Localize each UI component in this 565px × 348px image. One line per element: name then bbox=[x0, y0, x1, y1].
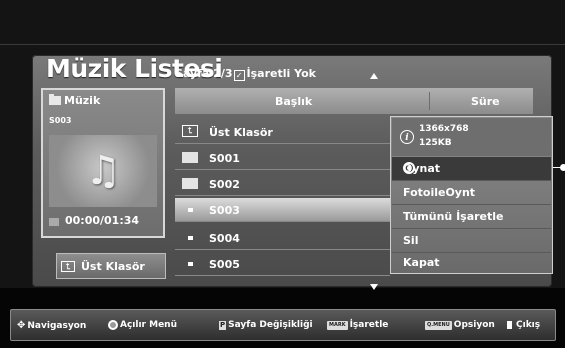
navigation-arrows-icon: ✥ bbox=[17, 320, 26, 331]
menu-item-play[interactable]: Oynat bbox=[392, 157, 551, 181]
help-mark: MARK İşaretle bbox=[327, 320, 388, 330]
up-folder-button-label: Üst Klasör bbox=[81, 259, 145, 273]
help-navigation: ✥ Navigasyon bbox=[17, 320, 86, 331]
column-divider bbox=[429, 92, 430, 110]
file-resolution: 1366x768 bbox=[419, 124, 469, 134]
list-item[interactable]: S004 bbox=[175, 226, 390, 250]
list-item-label: S005 bbox=[209, 258, 240, 271]
list-item-up-folder[interactable]: ⮤ Üst Klasör bbox=[175, 120, 390, 144]
page-number: Sayfa 2/3 bbox=[175, 67, 233, 80]
scroll-down-arrow-icon[interactable] bbox=[370, 284, 378, 290]
preview-file-name: S003 bbox=[49, 116, 72, 125]
help-label: Çıkış bbox=[516, 320, 541, 330]
radio-selected-icon bbox=[403, 162, 415, 174]
scroll-up-arrow-icon[interactable] bbox=[370, 73, 378, 79]
menu-item-label: Kapat bbox=[403, 256, 440, 269]
music-note-icon: ♫ bbox=[85, 148, 121, 194]
help-bar: ✥ Navigasyon Açılır Menü P Sayfa Değişik… bbox=[10, 309, 556, 341]
menu-item-play-with-photo[interactable]: FotoileOynt bbox=[392, 181, 551, 205]
help-label: Açılır Menü bbox=[120, 320, 178, 330]
preview-folder-label: Müzik bbox=[64, 94, 101, 107]
help-exit: Çıkış bbox=[507, 320, 540, 330]
checked-status: İşaretli Yok bbox=[246, 67, 316, 80]
ok-button-icon bbox=[108, 320, 118, 330]
qmenu-key-icon: Q.MENU bbox=[425, 320, 452, 330]
album-art: ♫ bbox=[49, 135, 157, 207]
progress-icon bbox=[49, 218, 59, 226]
file-icon bbox=[188, 208, 193, 212]
help-label: İşaretle bbox=[349, 320, 389, 330]
popup-menu: i 1366x768 125KB Oynat FotoileOynt Tümün… bbox=[390, 116, 553, 274]
list-header: Başlık Süre bbox=[175, 88, 533, 114]
folder-icon bbox=[182, 152, 198, 163]
menu-item-mark-all[interactable]: Tümünü İşaretle bbox=[392, 205, 551, 229]
help-options: Q.MENU Opsiyon bbox=[425, 320, 495, 330]
folder-icon bbox=[49, 94, 61, 105]
file-size: 125KB bbox=[419, 138, 452, 148]
list-item-label: Üst Klasör bbox=[209, 126, 273, 139]
info-icon: i bbox=[400, 130, 414, 144]
menu-item-delete[interactable]: Sil bbox=[392, 229, 551, 253]
list-item-label: S004 bbox=[209, 232, 240, 245]
top-divider bbox=[0, 44, 565, 45]
list-item-selected[interactable]: S003 bbox=[175, 198, 390, 222]
file-icon bbox=[188, 236, 193, 240]
list-item[interactable]: S001 bbox=[175, 146, 390, 170]
column-title: Başlık bbox=[275, 95, 313, 108]
preview-box: Müzik S003 ♫ 00:00/01:34 bbox=[41, 88, 165, 238]
preview-folder-name: Müzik bbox=[49, 94, 100, 107]
column-duration: Süre bbox=[471, 95, 500, 108]
up-folder-button[interactable]: ⮤ Üst Klasör bbox=[56, 253, 166, 279]
play-time: 00:00/01:34 bbox=[65, 214, 140, 227]
folder-icon bbox=[182, 178, 198, 189]
help-label: Sayfa Değişikliği bbox=[228, 320, 313, 330]
menu-item-close[interactable]: Kapat bbox=[392, 251, 551, 275]
page-key-icon: P bbox=[219, 320, 227, 330]
help-label: Navigasyon bbox=[27, 320, 87, 331]
help-popup-menu: Açılır Menü bbox=[108, 320, 177, 330]
help-label: Opsiyon bbox=[453, 320, 495, 330]
list-item-label: S003 bbox=[209, 204, 240, 217]
menu-item-label: FotoileOynt bbox=[403, 186, 476, 199]
up-folder-icon: ⮤ bbox=[61, 260, 75, 272]
help-page-change: P Sayfa Değişikliği bbox=[219, 320, 313, 330]
up-folder-icon: ⮤ bbox=[182, 125, 198, 137]
list-item-label: S002 bbox=[209, 178, 240, 191]
list-item[interactable]: S002 bbox=[175, 172, 390, 196]
page-status: Sayfa 2/3 ✓ İşaretli Yok bbox=[175, 67, 316, 81]
menu-item-label: Tümünü İşaretle bbox=[403, 210, 504, 223]
checkbox-icon: ✓ bbox=[233, 70, 245, 81]
mark-key-icon: MARK bbox=[327, 320, 348, 330]
menu-pointer-dot bbox=[560, 164, 565, 171]
file-info: i 1366x768 125KB bbox=[392, 118, 551, 156]
list-item[interactable]: S005 bbox=[175, 252, 390, 276]
exit-icon bbox=[507, 321, 512, 329]
file-icon bbox=[188, 262, 193, 266]
list-item-label: S001 bbox=[209, 152, 240, 165]
menu-item-label: Sil bbox=[403, 234, 419, 247]
